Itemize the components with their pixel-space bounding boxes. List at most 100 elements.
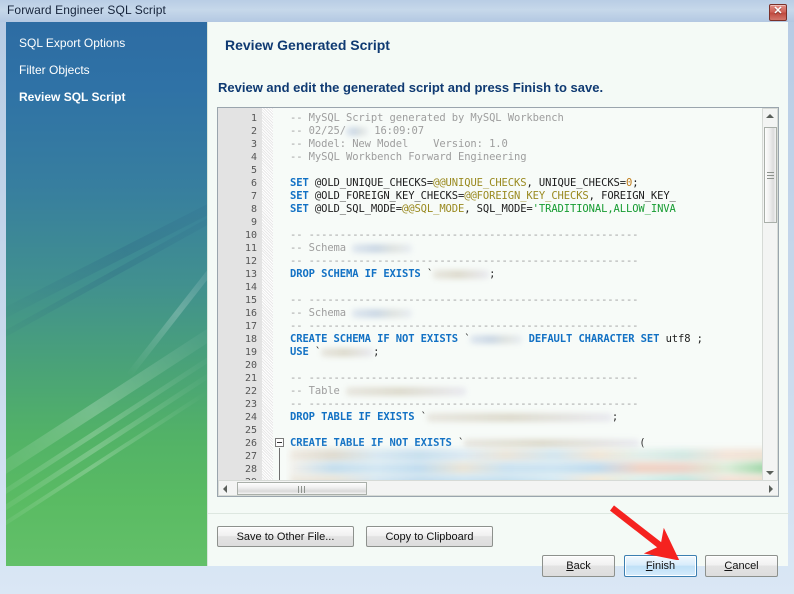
vertical-scrollbar-thumb[interactable] bbox=[764, 127, 777, 223]
redacted-code-line bbox=[290, 449, 770, 462]
code-line: DROP SCHEMA IF EXISTS `; bbox=[290, 268, 495, 281]
code-token: ; bbox=[612, 411, 618, 423]
scroll-left-icon[interactable] bbox=[219, 481, 234, 495]
page-subtitle: Review and edit the generated script and… bbox=[218, 80, 603, 95]
finish-button[interactable]: Finish bbox=[624, 555, 697, 577]
code-line: -- -------------------------------------… bbox=[290, 372, 638, 385]
line-number: 2 bbox=[217, 125, 257, 138]
line-number: 25 bbox=[217, 424, 257, 437]
code-token: SET bbox=[290, 177, 315, 189]
save-to-other-file-button[interactable]: Save to Other File... bbox=[217, 526, 354, 547]
line-number: 20 bbox=[217, 359, 257, 372]
code-token: -- -------------------------------------… bbox=[290, 255, 638, 267]
editor-code-area[interactable]: -- MySQL Script generated by MySQL Workb… bbox=[286, 108, 778, 496]
code-line: USE `; bbox=[290, 346, 379, 359]
footer-separator bbox=[208, 513, 789, 514]
line-number: 27 bbox=[217, 450, 257, 463]
code-token: DROP SCHEMA IF EXISTS bbox=[290, 268, 427, 280]
button-label: Finish bbox=[646, 560, 675, 572]
sidebar-streak bbox=[6, 318, 207, 502]
redacted-identifier bbox=[464, 439, 639, 448]
code-line: -- 02/25/ 16:09:07 bbox=[290, 125, 424, 138]
close-icon[interactable]: ✕ bbox=[769, 4, 787, 21]
code-token: -- -------------------------------------… bbox=[290, 398, 638, 410]
code-token: ; bbox=[489, 268, 495, 280]
editor-fold-column[interactable] bbox=[273, 108, 286, 496]
sidebar-item-label: Review SQL Script bbox=[19, 90, 125, 104]
code-line: -- Schema bbox=[290, 242, 412, 255]
line-number: 24 bbox=[217, 411, 257, 424]
code-token: @@FOREIGN_KEY_CHECKS bbox=[464, 190, 588, 202]
editor-gutter-hatch bbox=[262, 108, 273, 496]
line-number: 12 bbox=[217, 255, 257, 268]
sidebar-streak bbox=[6, 390, 207, 543]
line-number: 21 bbox=[217, 372, 257, 385]
redacted-identifier bbox=[321, 348, 373, 357]
finish-label-rest: inish bbox=[653, 560, 676, 572]
code-line: -- MySQL Workbench Forward Engineering bbox=[290, 151, 526, 164]
code-token: utf8 ; bbox=[666, 333, 703, 345]
content-pane: Review Generated Script Review and edit … bbox=[207, 22, 788, 566]
line-number: 23 bbox=[217, 398, 257, 411]
wizard-sidebar: SQL Export Options Filter Objects Review… bbox=[6, 22, 207, 566]
sidebar-item-review-sql-script[interactable]: Review SQL Script bbox=[19, 90, 125, 104]
line-number: 8 bbox=[217, 203, 257, 216]
close-glyph: ✕ bbox=[770, 4, 786, 19]
code-token: -- -------------------------------------… bbox=[290, 372, 638, 384]
horizontal-scrollbar-thumb[interactable] bbox=[237, 482, 367, 495]
redacted-identifier bbox=[352, 244, 412, 253]
sidebar-item-sql-export-options[interactable]: SQL Export Options bbox=[19, 36, 125, 50]
code-token: USE bbox=[290, 346, 315, 358]
title-bar: Forward Engineer SQL Script ✕ bbox=[0, 0, 794, 22]
code-line: SET @OLD_FOREIGN_KEY_CHECKS=@@FOREIGN_KE… bbox=[290, 190, 676, 203]
code-token: @OLD_FOREIGN_KEY_CHECKS= bbox=[315, 190, 464, 202]
redacted-identifier bbox=[470, 335, 522, 344]
button-label: Copy to Clipboard bbox=[385, 531, 473, 543]
code-token: -- MySQL Script generated by MySQL Workb… bbox=[290, 112, 564, 124]
code-token: SET bbox=[290, 190, 315, 202]
code-line: SET @OLD_UNIQUE_CHECKS=@@UNIQUE_CHECKS, … bbox=[290, 177, 638, 190]
code-token: SET bbox=[290, 203, 315, 215]
editor-horizontal-scrollbar[interactable] bbox=[218, 480, 779, 496]
code-line: -- -------------------------------------… bbox=[290, 294, 638, 307]
cancel-button[interactable]: Cancel bbox=[705, 555, 778, 577]
line-number: 14 bbox=[217, 281, 257, 294]
sidebar-streak bbox=[6, 172, 207, 331]
editor-line-number-gutter: 1 2 3 4 5 6 7 8 9 10 11 12 13 14 15 16 17 18 19 20 21 22 23 24 2… bbox=[218, 108, 263, 496]
scroll-up-icon[interactable] bbox=[763, 109, 777, 124]
thumb-grip bbox=[298, 486, 299, 493]
back-label-rest: ack bbox=[574, 560, 591, 572]
code-token: ; bbox=[373, 346, 379, 358]
line-number: 4 bbox=[217, 151, 257, 164]
forward-engineer-dialog: Forward Engineer SQL Script ✕ SQL Export… bbox=[0, 0, 794, 594]
code-token: , SQL_MODE= bbox=[464, 203, 532, 215]
fold-collapse-icon[interactable] bbox=[275, 438, 284, 447]
code-token: 16:09:07 bbox=[368, 125, 424, 137]
code-token: @@UNIQUE_CHECKS bbox=[433, 177, 526, 189]
code-token: -- -------------------------------------… bbox=[290, 294, 638, 306]
code-line: DROP TABLE IF EXISTS `; bbox=[290, 411, 618, 424]
scroll-down-icon[interactable] bbox=[763, 466, 777, 481]
code-line: -- -------------------------------------… bbox=[290, 398, 638, 411]
code-line: CREATE SCHEMA IF NOT EXISTS ` DEFAULT CH… bbox=[290, 333, 703, 346]
line-number: 9 bbox=[217, 216, 257, 229]
line-number: 28 bbox=[217, 463, 257, 476]
sidebar-item-filter-objects[interactable]: Filter Objects bbox=[19, 63, 90, 77]
code-token: -- Schema bbox=[290, 242, 352, 254]
editor-vertical-scrollbar[interactable] bbox=[762, 108, 778, 482]
redacted-identifier bbox=[433, 270, 489, 279]
code-line: -- Table bbox=[290, 385, 466, 398]
finish-mnemonic: F bbox=[646, 560, 653, 572]
copy-to-clipboard-button[interactable]: Copy to Clipboard bbox=[366, 526, 493, 547]
button-label: Save to Other File... bbox=[237, 531, 335, 543]
sql-script-editor[interactable]: 1 2 3 4 5 6 7 8 9 10 11 12 13 14 15 16 17 18 19 20 21 22 23 24 2… bbox=[217, 107, 779, 497]
button-label: Back bbox=[566, 560, 590, 572]
line-number: 11 bbox=[217, 242, 257, 255]
code-line: -- -------------------------------------… bbox=[290, 320, 638, 333]
back-button[interactable]: Back bbox=[542, 555, 615, 577]
scroll-right-icon[interactable] bbox=[764, 481, 779, 495]
code-token: CREATE SCHEMA IF NOT EXISTS bbox=[290, 333, 464, 345]
code-token: , FOREIGN_KEY_ bbox=[589, 190, 676, 202]
code-token: -- 02/25/ bbox=[290, 125, 346, 137]
redacted-identifier bbox=[427, 413, 612, 422]
